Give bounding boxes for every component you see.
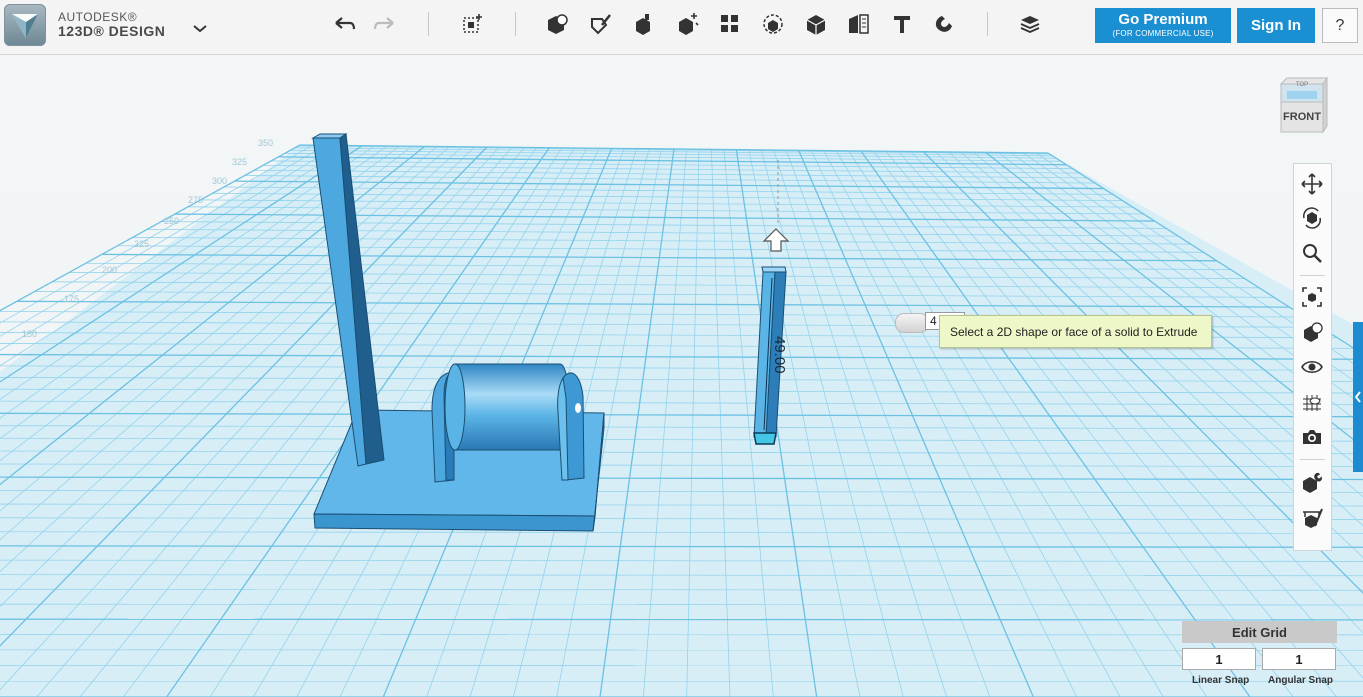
dimension-label: 49.00	[771, 336, 788, 374]
app-logo[interactable]	[4, 4, 46, 46]
undo-button[interactable]	[327, 9, 361, 39]
linear-snap-input[interactable]	[1182, 648, 1256, 670]
axis-label: 175	[64, 294, 79, 304]
viewcube-top-label: TOP	[1296, 82, 1308, 88]
axis-label: 250	[164, 216, 179, 226]
autodesk-logo-icon	[12, 14, 38, 38]
pan-icon	[1301, 173, 1323, 195]
visibility-button[interactable]	[1298, 353, 1326, 381]
linear-snap-label: Linear Snap	[1192, 675, 1250, 686]
toolbar-divider	[987, 12, 988, 36]
combine-button[interactable]	[799, 9, 833, 39]
nav-divider	[1300, 459, 1325, 460]
brand-name: AUTODESK® 123D® DESIGN	[58, 10, 165, 38]
screenshot-icon	[1303, 430, 1321, 444]
side-panel-tab[interactable]	[1353, 322, 1363, 472]
measure-tool-icon	[1303, 508, 1323, 528]
grouping-icon	[763, 14, 783, 34]
undo-icon	[335, 17, 356, 30]
nav-divider	[1300, 275, 1325, 276]
go-premium-button[interactable]: Go Premium (FOR COMMERCIAL USE)	[1095, 8, 1231, 43]
view-options-button[interactable]	[1298, 318, 1326, 346]
viewcube-front-label: FRONT	[1283, 111, 1321, 123]
brand-line-1: AUTODESK®	[58, 10, 138, 24]
fit-button[interactable]	[1298, 283, 1326, 311]
snap-icon	[935, 16, 952, 32]
help-button[interactable]: ?	[1322, 8, 1358, 43]
primitives-button[interactable]	[540, 9, 574, 39]
top-toolbar: AUTODESK® 123D® DESIGN Go Premium (FOR C…	[0, 0, 1363, 55]
axis-label: 350	[258, 138, 273, 148]
pattern-button[interactable]	[713, 9, 747, 39]
brand-line-2: 123D® DESIGN	[58, 23, 166, 39]
construct-icon	[636, 14, 650, 35]
redo-button[interactable]	[368, 9, 402, 39]
orbit-button[interactable]	[1298, 204, 1326, 232]
redo-icon	[373, 17, 394, 30]
sketch-button[interactable]	[584, 9, 618, 39]
modify-button[interactable]	[670, 9, 704, 39]
edit-grid-button[interactable]: Edit Grid	[1182, 621, 1337, 643]
axis-label: 200	[102, 265, 117, 275]
axis-label: 150	[22, 329, 37, 339]
app-menu-chevron-icon[interactable]	[190, 18, 210, 38]
grid-material-button[interactable]	[1298, 388, 1326, 416]
text-icon	[894, 16, 910, 33]
material-button[interactable]	[1013, 9, 1047, 39]
combine-icon	[806, 15, 826, 35]
transform-button[interactable]	[456, 9, 490, 39]
text-button[interactable]	[885, 9, 919, 39]
axis-label: 300	[212, 176, 227, 186]
grouping-button[interactable]	[756, 9, 790, 39]
axis-label: 275	[188, 195, 203, 205]
screenshot-button[interactable]	[1298, 423, 1326, 451]
go-premium-label: Go Premium	[1118, 11, 1208, 28]
measure-tool-button[interactable]	[1298, 503, 1326, 531]
toolbar-divider	[428, 12, 429, 36]
fit-icon	[1302, 287, 1322, 307]
view-cube[interactable]: TOP FRONT	[1277, 76, 1329, 136]
angular-snap-label: Angular Snap	[1268, 675, 1334, 686]
sketch-icon	[591, 14, 611, 35]
sign-in-button[interactable]: Sign In	[1237, 8, 1315, 43]
go-premium-sublabel: (FOR COMMERCIAL USE)	[1112, 29, 1214, 38]
transform-icon	[463, 14, 482, 33]
workplane-grid: 350 325 300 275 250 225 200 175 150 49.0…	[0, 55, 1363, 697]
snap-tool-button[interactable]	[1298, 468, 1326, 496]
3d-viewport[interactable]: 350 325 300 275 250 225 200 175 150 49.0…	[0, 55, 1363, 697]
orbit-icon	[1302, 207, 1322, 229]
snap-tool-icon	[1303, 472, 1322, 493]
material-icon	[1020, 16, 1040, 33]
cylinder[interactable]	[444, 363, 570, 451]
grid-material-icon	[1303, 395, 1321, 411]
right-bracket[interactable]	[557, 372, 585, 481]
navigation-bar	[1293, 163, 1332, 551]
measure-button[interactable]	[842, 9, 876, 39]
primitives-icon	[548, 14, 568, 34]
visibility-icon	[1301, 360, 1323, 374]
view-options-icon	[1304, 322, 1323, 342]
extrude-handle[interactable]	[895, 313, 929, 333]
zoom-button[interactable]	[1298, 239, 1326, 267]
zoom-icon	[1303, 244, 1322, 263]
axis-label: 225	[134, 239, 149, 249]
axis-label: 325	[232, 157, 247, 167]
modify-icon	[679, 13, 699, 35]
measure-icon	[849, 14, 869, 34]
extrude-tooltip: Select a 2D shape or face of a solid to …	[939, 315, 1212, 348]
angular-snap-input[interactable]	[1262, 648, 1336, 670]
construct-button[interactable]	[627, 9, 661, 39]
pattern-icon	[721, 15, 738, 32]
snap-button[interactable]	[928, 9, 962, 39]
pan-button[interactable]	[1298, 170, 1326, 198]
toolbar-divider	[515, 12, 516, 36]
